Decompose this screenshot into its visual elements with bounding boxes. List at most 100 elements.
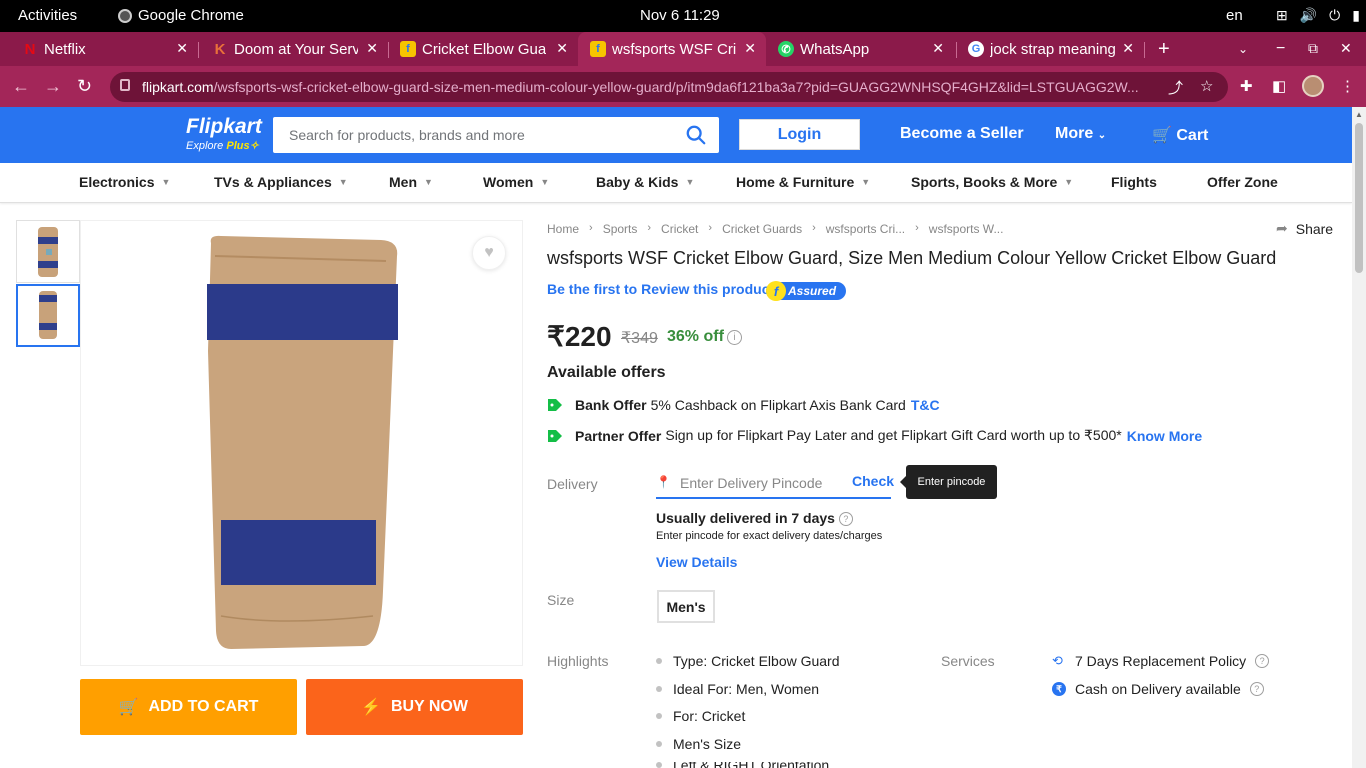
- view-details-link[interactable]: View Details: [656, 554, 737, 570]
- share-page-icon[interactable]: ⤴: [1168, 77, 1183, 98]
- os-top-bar: Activities Google Chrome Nov 6 11:29 en …: [0, 0, 1366, 32]
- logo-subtitle: Explore Plus✧: [186, 140, 259, 152]
- address-toolbar: ← → ↻ flipkart.com/wsfsports-wsf-cricket…: [0, 66, 1366, 107]
- help-icon[interactable]: ?: [1249, 682, 1264, 696]
- help-icon[interactable]: ?: [1255, 654, 1270, 668]
- app-menu[interactable]: Google Chrome: [118, 7, 244, 24]
- tab-netflix[interactable]: N Netflix ✕: [22, 32, 188, 66]
- language-indicator[interactable]: en: [1226, 7, 1243, 24]
- selling-price: ₹220: [547, 321, 612, 352]
- close-icon[interactable]: ✕: [932, 40, 944, 57]
- profile-avatar[interactable]: [1302, 75, 1324, 97]
- assured-badge: f Assured: [766, 281, 847, 301]
- category-flights[interactable]: Flights: [1111, 174, 1157, 190]
- extensions-icon[interactable]: ✚: [1240, 77, 1253, 95]
- url-text[interactable]: flipkart.com/wsfsports-wsf-cricket-elbow…: [142, 79, 1142, 95]
- delivery-label: Delivery: [547, 476, 598, 492]
- pincode-input[interactable]: [680, 469, 850, 497]
- google-icon: G: [968, 41, 984, 57]
- category-men[interactable]: Men ▼: [389, 174, 433, 190]
- size-option-mens[interactable]: Men's: [657, 590, 715, 623]
- become-seller-link[interactable]: Become a Seller: [900, 125, 1024, 143]
- bookmark-star-icon[interactable]: ☆: [1200, 77, 1213, 95]
- lock-icon[interactable]: [120, 79, 130, 91]
- category-sports-books[interactable]: Sports, Books & More ▼: [911, 174, 1073, 190]
- product-thumbnail[interactable]: [16, 220, 80, 283]
- breadcrumb-product[interactable]: wsfsports W...: [929, 222, 1004, 236]
- app-name: Google Chrome: [138, 7, 244, 24]
- minimize-button[interactable]: −: [1276, 40, 1285, 58]
- tab-doom[interactable]: K Doom at Your Serv ✕: [212, 32, 378, 66]
- tab-cricket-elbow-guard[interactable]: f Cricket Elbow Gua ✕: [400, 32, 568, 66]
- maximize-button[interactable]: ⧉: [1308, 40, 1318, 57]
- service-cod: ₹ Cash on Delivery available?: [1052, 681, 1264, 697]
- close-icon[interactable]: ✕: [556, 40, 568, 57]
- login-button[interactable]: Login: [739, 119, 860, 150]
- scrollbar-thumb[interactable]: [1355, 123, 1363, 273]
- whatsapp-icon: ✆: [778, 41, 794, 57]
- category-offer-zone[interactable]: Offer Zone: [1207, 174, 1278, 190]
- product-image[interactable]: [80, 220, 523, 666]
- flipkart-logo[interactable]: Flipkart Explore Plus✧: [186, 116, 262, 152]
- flipkart-icon: f: [400, 41, 416, 57]
- breadcrumb-home[interactable]: Home: [547, 222, 579, 236]
- offer-know-more-link[interactable]: Know More: [1127, 428, 1202, 444]
- tab-google-search[interactable]: G jock strap meaning ✕: [968, 32, 1134, 66]
- replacement-icon: ⟲: [1052, 653, 1063, 668]
- breadcrumb-cricket[interactable]: Cricket: [661, 222, 698, 236]
- category-women[interactable]: Women ▼: [483, 174, 549, 190]
- tab-search-chevron-icon[interactable]: ⌄: [1238, 42, 1248, 56]
- menu-kebab-icon[interactable]: ⋮: [1340, 77, 1355, 95]
- category-electronics[interactable]: Electronics ▼: [79, 174, 170, 190]
- close-icon[interactable]: ✕: [744, 40, 756, 57]
- page-scrollbar[interactable]: ▲: [1352, 107, 1366, 768]
- reload-icon[interactable]: ↻: [77, 76, 92, 97]
- breadcrumb-brand[interactable]: wsfsports Cri...: [826, 222, 905, 236]
- highlight-item: Left & RIGHT Orientation: [656, 762, 829, 768]
- search-icon[interactable]: [685, 124, 707, 146]
- size-label: Size: [547, 592, 575, 608]
- category-tvs-appliances[interactable]: TVs & Appliances ▼: [214, 174, 348, 190]
- breadcrumb: Home › Sports › Cricket › Cricket Guards › w…: [547, 222, 1004, 236]
- offer-bank: Bank Offer 5% Cashback on Flipkart Axis B…: [547, 397, 940, 413]
- share-button[interactable]: ➦ Share: [1276, 220, 1333, 237]
- clock[interactable]: Nov 6 11:29: [640, 7, 720, 24]
- more-menu[interactable]: More ⌄: [1055, 125, 1106, 143]
- help-icon[interactable]: ?: [838, 512, 853, 527]
- offer-partner: Partner Offer Sign up for Flipkart Pay La…: [547, 427, 1202, 444]
- info-icon[interactable]: i: [727, 330, 742, 345]
- back-icon[interactable]: ←: [12, 76, 30, 97]
- tab-whatsapp[interactable]: ✆ WhatsApp ✕: [778, 32, 944, 66]
- add-to-cart-button[interactable]: 🛒 ADD TO CART: [80, 679, 297, 735]
- close-icon[interactable]: ✕: [1122, 40, 1134, 57]
- activities-button[interactable]: Activities: [18, 7, 77, 24]
- highlight-item: Men's Size: [656, 736, 741, 752]
- tab-title: Netflix: [44, 40, 86, 58]
- product-thumbnail-selected[interactable]: [16, 284, 80, 347]
- offer-tc-link[interactable]: T&C: [911, 397, 940, 413]
- side-panel-icon[interactable]: ◧: [1272, 77, 1286, 95]
- cart-link[interactable]: 🛒 Cart: [1152, 125, 1208, 145]
- search-input[interactable]: [273, 117, 673, 153]
- tab-title: wsfsports WSF Cri: [612, 40, 737, 58]
- check-pincode-button[interactable]: Check: [852, 473, 894, 489]
- buy-now-button[interactable]: ⚡ BUY NOW: [306, 679, 523, 735]
- wishlist-heart-icon[interactable]: ♥: [472, 236, 506, 270]
- breadcrumb-sports[interactable]: Sports: [603, 222, 638, 236]
- forward-icon[interactable]: →: [44, 76, 62, 97]
- breadcrumb-cricket-guards[interactable]: Cricket Guards: [722, 222, 802, 236]
- network-icon: ⊞: [1276, 7, 1288, 23]
- window-close-button[interactable]: ✕: [1340, 40, 1352, 57]
- category-baby-kids[interactable]: Baby & Kids ▼: [596, 174, 694, 190]
- close-icon[interactable]: ✕: [176, 40, 188, 57]
- review-link[interactable]: Be the first to Review this product: [547, 281, 774, 297]
- services-label: Services: [941, 653, 995, 669]
- system-tray[interactable]: ⊞ 🔊 ⏻ ▮: [1276, 7, 1360, 24]
- close-icon[interactable]: ✕: [366, 40, 378, 57]
- elbow-guard-image: [207, 235, 398, 649]
- tab-wsfsports[interactable]: f wsfsports WSF Cri ✕: [578, 32, 766, 66]
- new-tab-button[interactable]: +: [1158, 38, 1170, 61]
- category-home-furniture[interactable]: Home & Furniture ▼: [736, 174, 870, 190]
- volume-icon: 🔊: [1299, 7, 1318, 23]
- address-bar[interactable]: flipkart.com/wsfsports-wsf-cricket-elbow…: [110, 72, 1228, 102]
